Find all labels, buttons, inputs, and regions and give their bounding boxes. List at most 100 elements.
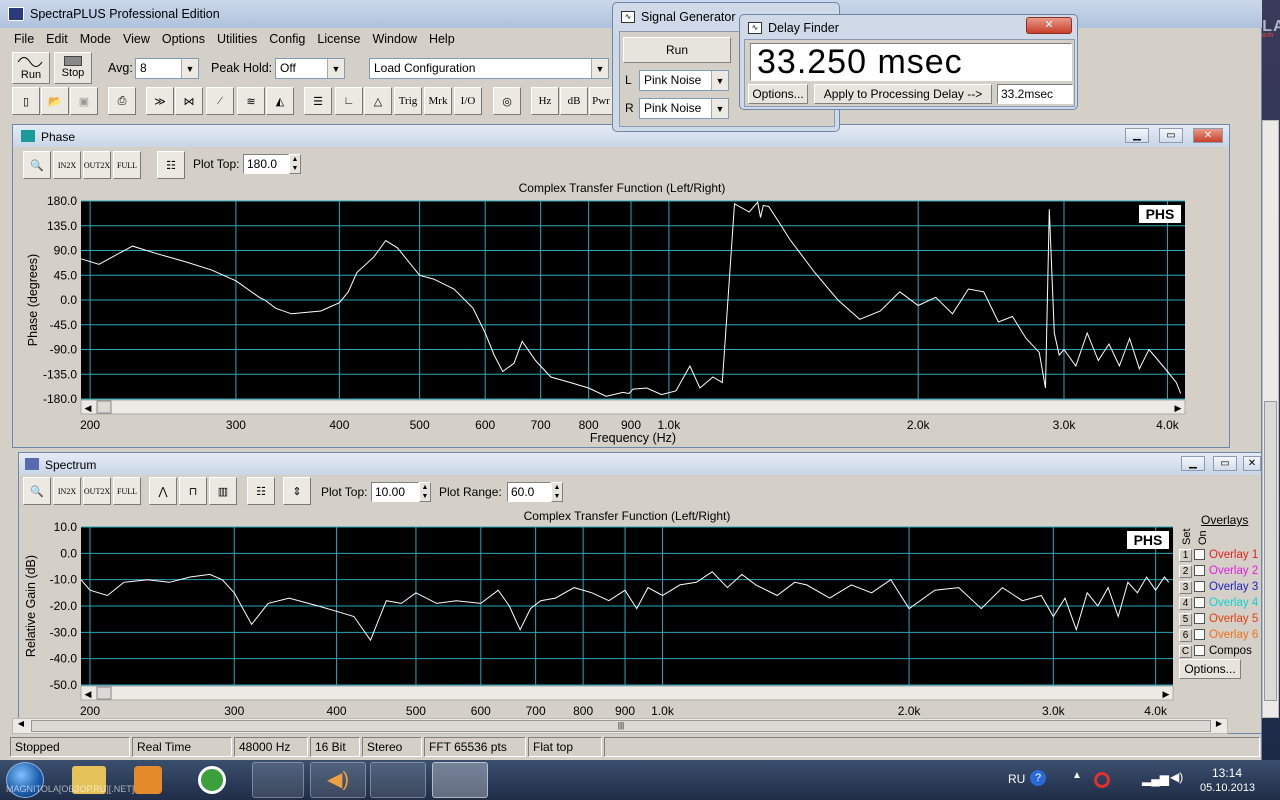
overlay-set-button[interactable]: 6 [1179,629,1192,642]
plot-range-spinner[interactable]: ▲ ▼ [551,482,563,502]
menu-config[interactable]: Config [263,32,311,46]
maximize-icon[interactable]: ▭ [1213,456,1237,471]
tray-app-icon[interactable] [1094,772,1110,788]
waterfall-icon[interactable]: ≋ [237,87,265,115]
overlay-row[interactable]: 5 Overlay 5 [1179,611,1263,626]
overlay-set-button[interactable]: 5 [1179,613,1192,626]
overlay-row[interactable]: 4 Overlay 4 [1179,595,1263,610]
run-button[interactable]: Run [12,52,50,84]
minimize-icon[interactable]: ▁ [1181,456,1205,471]
spectrum-plot-top-input[interactable]: 10.00 [371,482,419,502]
sound-icon[interactable]: ◀) [310,762,366,798]
scroll-thumb[interactable]: ||| [31,720,1211,732]
overlay-row[interactable]: C Compos [1179,643,1263,658]
overlay-options-button[interactable]: Options... [1179,659,1241,679]
scroll-thumb-vertical[interactable] [1264,401,1277,701]
menu-license[interactable]: License [311,32,366,46]
overlay-row[interactable]: 6 Overlay 6 [1179,627,1263,642]
show-hidden-icons[interactable]: ▲ [1072,770,1082,781]
siggen-left-select[interactable]: Pink Noise ▼ [639,70,729,91]
clock-time[interactable]: 13:14 [1212,766,1242,780]
overlay-row[interactable]: 3 Overlay 3 [1179,579,1263,594]
plot-axes-icon[interactable]: ∟ [335,87,363,115]
avg-select[interactable]: 8 ▼ [135,58,199,79]
minimize-icon[interactable]: ▁ [1125,128,1149,143]
control-panel-icon[interactable] [252,762,304,798]
3d-surface-icon[interactable]: ◭ [266,87,294,115]
menu-view[interactable]: View [117,32,156,46]
main-horizontal-scrollbar[interactable]: ◀ ||| ▶ [12,718,1228,734]
plot-properties-icon[interactable]: ☷ [157,151,185,179]
phase-plot-top-spinner[interactable]: ▲ ▼ [289,154,301,174]
new-icon[interactable]: ▯ [12,87,40,115]
spectraplus-taskbar-icon[interactable] [432,762,488,798]
network-icon[interactable]: ▂▄▆ [1142,772,1169,786]
spectrum-plot-top-spinner[interactable]: ▲ ▼ [419,482,431,502]
delay-value-field[interactable]: 33.2msec [997,84,1073,104]
overlay-set-button[interactable]: 2 [1179,565,1192,578]
range-icon[interactable]: ⇕ [283,477,311,505]
scroll-right-icon[interactable]: ▶ [1211,719,1227,733]
overlay-checkbox[interactable] [1194,549,1205,561]
menu-edit[interactable]: Edit [40,32,74,46]
report-icon[interactable]: ☰ [304,87,332,115]
apply-delay-button[interactable]: Apply to Processing Delay --> [814,84,992,104]
ramp-icon[interactable]: ∕ [206,87,234,115]
stop-button[interactable]: Stop [54,52,92,84]
zoom-full-icon[interactable]: FULL [113,151,141,179]
generator-icon[interactable]: ◎ [493,87,521,115]
bars-icon[interactable]: ▥ [209,477,237,505]
overlay-row[interactable]: 1 Overlay 1 [1179,547,1263,562]
pwr-button[interactable]: Pwr [589,87,613,115]
trig-button[interactable]: Trig [394,87,422,115]
language-indicator[interactable]: RU [1008,772,1025,786]
zoom-icon[interactable]: 🔍 [23,477,51,505]
delay-finder-close-button[interactable]: ✕ [1026,17,1072,34]
menu-utilities[interactable]: Utilities [211,32,263,46]
overlay-checkbox[interactable] [1194,613,1205,625]
overlay-set-button[interactable]: C [1179,645,1192,658]
media-player-icon[interactable] [134,766,162,794]
phase-plot-top-input[interactable]: 180.0 [243,154,289,174]
close-icon[interactable]: ✕ [1243,456,1261,471]
overlay-checkbox[interactable] [1194,629,1205,641]
zoom-in-2x-icon[interactable]: IN2X [53,151,81,179]
paint-icon[interactable] [370,762,426,798]
peak-icon[interactable]: ⋀ [149,477,177,505]
transfer-icon[interactable]: ⋈ [175,87,203,115]
delay-options-button[interactable]: Options... [748,84,808,104]
zoom-out-2x-icon[interactable]: OUT2X [83,477,111,505]
plot-properties-icon[interactable]: ☷ [247,477,275,505]
overlay-set-button[interactable]: 4 [1179,597,1192,610]
menu-help[interactable]: Help [423,32,461,46]
config-select[interactable]: Load Configuration ▼ [369,58,609,79]
overlay-set-button[interactable]: 3 [1179,581,1192,594]
zoom-in-2x-icon[interactable]: IN2X [53,477,81,505]
siggen-right-select[interactable]: Pink Noise ▼ [639,98,729,119]
plot-range-input[interactable]: 60.0 [507,482,551,502]
overlay-row[interactable]: 2 Overlay 2 [1179,563,1263,578]
print-icon[interactable]: ⎙ [108,87,136,115]
menu-mode[interactable]: Mode [74,32,117,46]
zoom-full-icon[interactable]: FULL [113,477,141,505]
menu-window[interactable]: Window [366,32,422,46]
zoom-icon[interactable]: 🔍 [23,151,51,179]
main-vertical-scrollbar[interactable] [1262,120,1279,718]
siggen-run-button[interactable]: Run [623,37,731,63]
save-icon[interactable]: ▣ [70,87,98,115]
triangle-marker-icon[interactable]: △ [364,87,392,115]
fast-forward-icon[interactable]: ≫ [146,87,174,115]
hz-button[interactable]: Hz [531,87,559,115]
overlay-checkbox[interactable] [1194,645,1205,657]
clock-date[interactable]: 05.10.2013 [1200,782,1255,794]
zoom-out-2x-icon[interactable]: OUT2X [83,151,111,179]
overlay-set-button[interactable]: 1 [1179,549,1192,562]
db-button[interactable]: dB [560,87,588,115]
volume-icon[interactable]: ◀) [1170,770,1183,784]
menu-options[interactable]: Options [156,32,211,46]
maximize-icon[interactable]: ▭ [1159,128,1183,143]
overlay-checkbox[interactable] [1194,597,1205,609]
peak-hold-select[interactable]: Off ▼ [275,58,345,79]
overlay-checkbox[interactable] [1194,565,1205,577]
help-icon[interactable]: ? [1030,770,1046,786]
